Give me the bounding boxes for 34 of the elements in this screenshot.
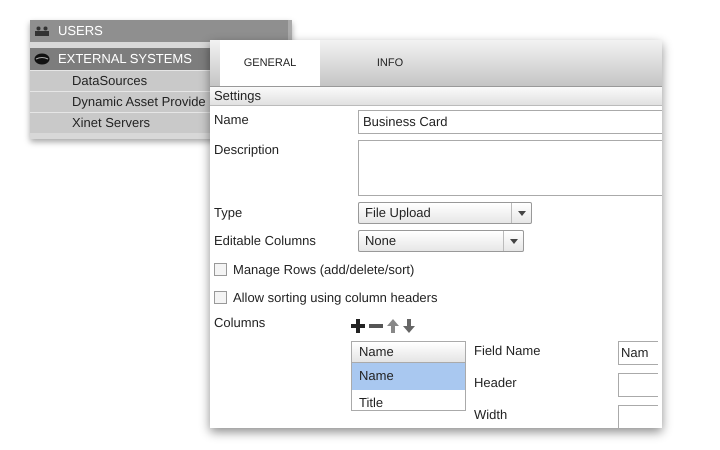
type-dropdown[interactable]: File Upload — [358, 202, 532, 224]
text-field[interactable] — [618, 373, 658, 397]
down-arrow-icon[interactable] — [403, 319, 415, 333]
field-label: Name — [214, 111, 250, 129]
description-field[interactable] — [358, 140, 662, 196]
field-label: Width — [474, 406, 508, 424]
list-header: Name — [352, 342, 465, 362]
caret-icon — [518, 210, 526, 216]
checkbox[interactable] — [214, 263, 227, 276]
caret-icon — [510, 238, 518, 244]
section-label: USERS — [58, 22, 103, 40]
checkbox-label: Allow sorting using column headers — [233, 288, 438, 307]
text-field[interactable] — [618, 405, 658, 428]
tab[interactable]: GENERAL — [220, 40, 320, 86]
field-label: Header — [474, 374, 518, 392]
people-icon — [34, 26, 50, 36]
editable-columns-dropdown[interactable]: None — [358, 230, 524, 252]
plus-icon[interactable] — [351, 319, 365, 333]
section-label: EXTERNAL SYSTEMS — [58, 50, 192, 68]
field-label: Type — [214, 204, 244, 222]
field-label: Editable Columns — [214, 232, 317, 250]
tab[interactable]: INFO — [340, 40, 440, 86]
checkbox-label: Manage Rows (add/delete/sort) — [233, 261, 414, 279]
field-label: Field Name — [474, 342, 542, 360]
list-item[interactable]: Title — [352, 390, 465, 410]
list-item[interactable]: Name — [352, 362, 465, 390]
name-field[interactable]: Business Card — [358, 110, 662, 134]
text-field[interactable]: Nam — [618, 341, 658, 365]
up-arrow-icon[interactable] — [387, 319, 399, 333]
field-label: Description — [214, 141, 280, 159]
section-header: Settings — [210, 87, 662, 106]
field-label: Columns — [214, 314, 266, 332]
checkbox[interactable] — [214, 290, 227, 304]
disc-icon — [34, 53, 50, 65]
